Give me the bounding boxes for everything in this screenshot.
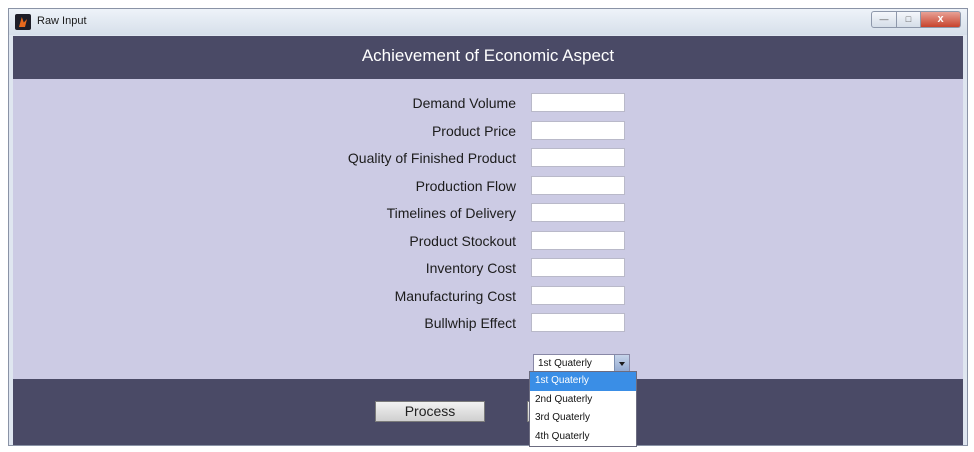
manufacturing-cost-label: Manufacturing Cost [394,287,516,304]
demand-volume-input[interactable] [531,93,625,112]
quarter-option-4th[interactable]: 4th Quaterly [530,428,636,447]
quality-finished-product-label: Quality of Finished Product [347,150,516,166]
field-row-bullwhip-effect: Bullwhip Effect [13,313,963,335]
field-row-quality-finished-product: Quality of Finished Product [13,148,963,170]
minimize-button[interactable]: — [871,11,897,28]
quality-finished-product-input[interactable] [531,148,625,167]
quarter-option-3rd[interactable]: 3rd Quaterly [530,409,636,428]
field-row-timelines-delivery: Timelines of Delivery [13,203,963,225]
timelines-delivery-input[interactable] [531,203,625,222]
header-band: Achievement of Economic Aspect [13,36,963,79]
close-icon: x [937,13,944,25]
page-title: Achievement of Economic Aspect [361,46,615,65]
bullwhip-effect-input[interactable] [531,313,625,332]
field-row-product-stockout: Product Stockout [13,230,963,253]
production-flow-label: Production Flow [415,177,516,194]
field-row-production-flow: Production Flow [13,175,963,198]
form-panel: Demand Volume Product Price Quality of F… [13,79,963,379]
matlab-app-icon [15,14,31,30]
inventory-cost-input[interactable] [531,258,625,277]
maximize-button[interactable]: □ [897,11,921,28]
close-button[interactable]: x [921,11,961,28]
demand-volume-label: Demand Volume [412,95,516,111]
maximize-icon: □ [905,14,912,24]
quarter-option-2nd[interactable]: 2nd Quaterly [530,391,636,410]
field-row-inventory-cost: Inventory Cost [13,258,963,280]
raw-input-window: Raw Input — □ x Achievement of Economic … [8,8,968,446]
product-price-label: Product Price [431,122,516,139]
process-button[interactable]: Process [375,401,485,422]
quarter-dropdown-list: 1st Quaterly 2nd Quaterly 3rd Quaterly 4… [529,371,637,447]
action-band: Process [13,379,963,445]
quarter-select-value: 1st Quaterly [538,358,592,369]
title-bar[interactable]: Raw Input — □ x [9,9,967,35]
minimize-icon: — [879,14,889,24]
field-row-demand-volume: Demand Volume [13,93,963,115]
timelines-delivery-label: Timelines of Delivery [386,205,516,221]
field-row-manufacturing-cost: Manufacturing Cost [13,285,963,308]
field-row-product-price: Product Price [13,120,963,143]
quarter-option-1st[interactable]: 1st Quaterly [530,372,636,391]
product-price-input[interactable] [531,120,625,140]
manufacturing-cost-input[interactable] [531,285,625,305]
product-stockout-label: Product Stockout [409,232,516,249]
production-flow-input[interactable] [531,175,625,195]
window-controls: — □ x [871,11,961,28]
inventory-cost-label: Inventory Cost [425,260,516,276]
product-stockout-input[interactable] [531,230,625,250]
bullwhip-effect-label: Bullwhip Effect [424,315,516,331]
window-title: Raw Input [37,15,87,27]
